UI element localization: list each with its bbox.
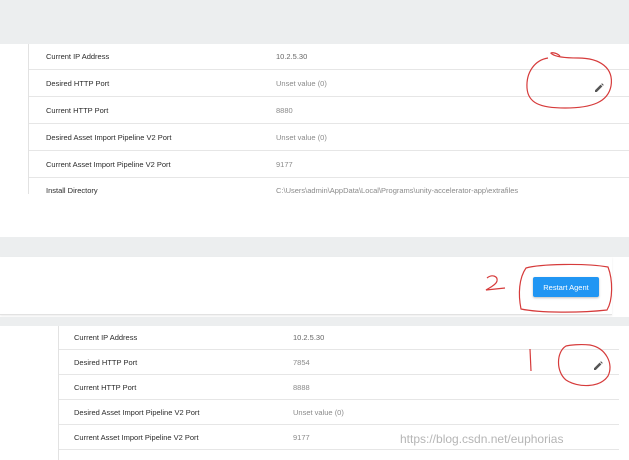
settings-row: Current HTTP Port 8888 xyxy=(59,376,619,400)
restart-agent-button[interactable]: Restart Agent xyxy=(533,277,599,297)
row-label: Desired HTTP Port xyxy=(46,79,110,88)
row-value: 7854 xyxy=(293,358,310,367)
settings-row: Install Directory C:\Users\admin\AppData… xyxy=(29,179,629,195)
row-value: 10.2.5.30 xyxy=(293,333,325,342)
row-value: Unset value (0) xyxy=(293,408,344,417)
row-value: 9177 xyxy=(276,160,293,169)
row-value: C:\Users\admin\AppData\Local\Programs\un… xyxy=(276,186,519,195)
pencil-icon[interactable] xyxy=(594,80,604,92)
middle-background xyxy=(0,237,629,257)
settings-panel-1: Current IP Address 10.2.5.30 Desired HTT… xyxy=(0,44,629,195)
row-label: Desired HTTP Port xyxy=(74,358,138,367)
settings-row: Desired HTTP Port Unset value (0) xyxy=(29,71,629,97)
settings-row: Current Asset Import Pipeline V2 Port 91… xyxy=(29,152,629,178)
row-value: Unset value (0) xyxy=(276,133,327,142)
row-label: Current HTTP Port xyxy=(46,106,109,115)
top-background xyxy=(0,0,629,44)
action-bar xyxy=(0,257,612,315)
lower-background xyxy=(0,317,629,326)
row-label: Current Asset Import Pipeline V2 Port xyxy=(74,433,199,442)
settings-row: Desired Asset Import Pipeline V2 Port Un… xyxy=(59,401,619,425)
row-value: 10.2.5.30 xyxy=(276,52,308,61)
row-value: 8888 xyxy=(293,383,310,392)
settings-row: Current IP Address 10.2.5.30 xyxy=(59,326,619,350)
settings-row: Current HTTP Port 8880 xyxy=(29,98,629,124)
row-label: Install Directory xyxy=(46,186,98,195)
settings-row: Desired Asset Import Pipeline V2 Port Un… xyxy=(29,125,629,151)
row-label: Current Asset Import Pipeline V2 Port xyxy=(46,160,171,169)
row-value: 9177 xyxy=(293,433,310,442)
row-value: Unset value (0) xyxy=(276,79,327,88)
row-label: Desired Asset Import Pipeline V2 Port xyxy=(46,133,172,142)
row-label: Current IP Address xyxy=(74,333,138,342)
settings-row: Current IP Address 10.2.5.30 xyxy=(29,44,629,70)
watermark-text: https://blog.csdn.net/euphorias xyxy=(400,432,564,446)
row-label: Desired Asset Import Pipeline V2 Port xyxy=(74,408,200,417)
pencil-icon[interactable] xyxy=(593,358,603,370)
row-label: Current HTTP Port xyxy=(74,383,137,392)
row-value: 8880 xyxy=(276,106,293,115)
settings-row: Desired HTTP Port 7854 xyxy=(59,351,619,375)
row-label: Current IP Address xyxy=(46,52,110,61)
